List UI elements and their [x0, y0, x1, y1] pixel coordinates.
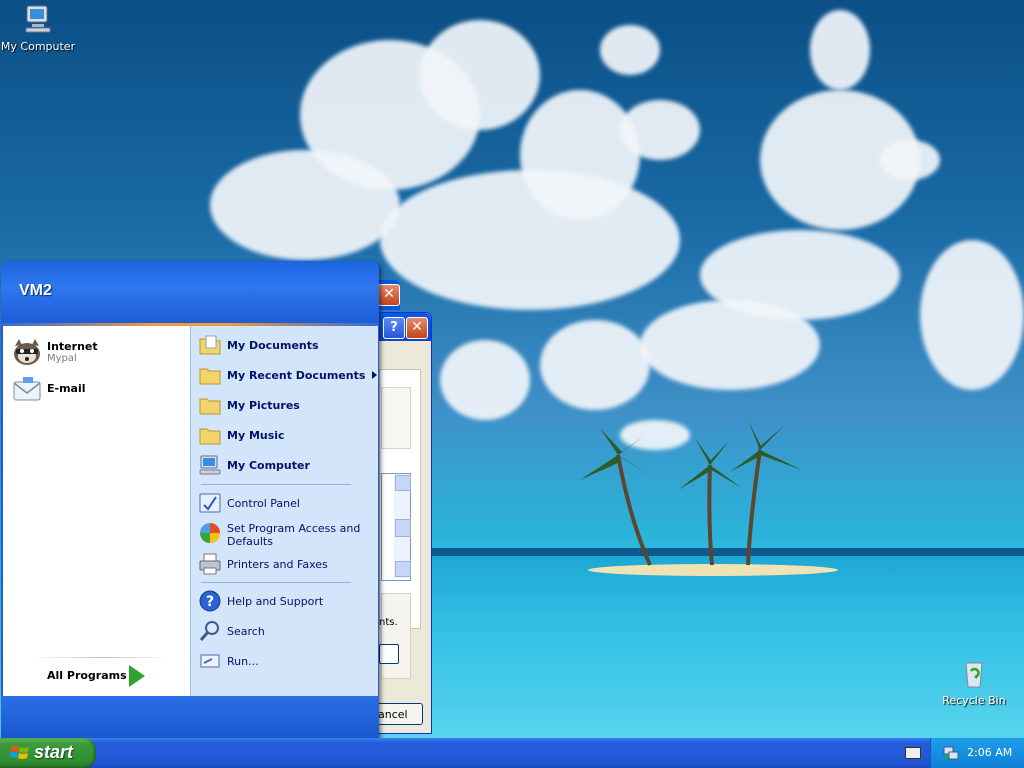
computer-icon [25, 5, 51, 33]
pinned-item-subtitle: Mypal [47, 353, 77, 364]
pinned-item-internet[interactable]: Internet Mypal [11, 336, 186, 370]
control-panel-icon [199, 493, 221, 513]
help-icon: ? [199, 590, 221, 612]
tool-label: Run... [227, 655, 259, 668]
place-label: My Computer [227, 459, 310, 472]
place-label: My Pictures [227, 399, 300, 412]
tool-help-and-support[interactable]: ? Help and Support [198, 589, 374, 613]
palm-trees [580, 420, 802, 566]
help-icon[interactable]: ? [383, 317, 405, 339]
cloud [920, 240, 1024, 390]
setting-control-panel[interactable]: Control Panel [198, 491, 374, 515]
desktop-icon-label: My Computer [0, 40, 76, 53]
setting-label: Printers and Faxes [227, 558, 328, 571]
scroll-up-button[interactable] [395, 475, 411, 491]
green-arrow-icon [129, 665, 145, 687]
cloud [810, 10, 870, 90]
background-window-text: nts. [379, 617, 398, 628]
desktop-icon-my-computer[interactable]: My Computer [0, 3, 76, 53]
system-tray: 2:06 AM [930, 738, 1024, 768]
taskbar: start 2:06 AM [0, 738, 1024, 768]
scroll-down-button[interactable] [395, 561, 411, 577]
close-icon[interactable]: ✕ [378, 284, 400, 306]
all-programs-button[interactable]: All Programs [33, 663, 183, 687]
tool-label: Help and Support [227, 595, 324, 608]
music-folder-icon [199, 428, 221, 445]
place-label: My Recent Documents [227, 369, 366, 382]
cloud [600, 25, 660, 75]
cloud [640, 300, 820, 390]
pinned-item-title: Internet [47, 340, 98, 353]
start-menu-left-pane: Internet Mypal E-mail All Programs [3, 326, 190, 696]
clock[interactable]: 2:06 AM [967, 746, 1012, 759]
scroll-thumb[interactable] [395, 519, 411, 537]
pinned-item-title: E-mail [47, 382, 86, 395]
start-menu-header: VM2 [1, 261, 379, 325]
place-my-recent-documents[interactable]: My Recent Documents [198, 363, 377, 387]
place-label: My Documents [227, 339, 319, 352]
all-programs-divider [33, 657, 173, 658]
setting-label: Control Panel [227, 497, 300, 510]
submenu-arrow-icon [372, 371, 377, 379]
close-icon[interactable]: ✕ [406, 317, 428, 339]
cloud [540, 320, 650, 410]
user-name: VM2 [19, 282, 52, 299]
place-label: My Music [227, 429, 285, 442]
start-label: start [34, 742, 74, 762]
tool-label: Search [227, 625, 265, 638]
scrollbar[interactable] [394, 474, 411, 578]
program-access-icon [200, 523, 220, 543]
pictures-folder-icon [199, 398, 221, 415]
start-menu: VM2 Internet Mypal E-mail All Programs M… [1, 261, 379, 738]
sea [430, 556, 1024, 738]
desktop-icon-label: Recycle Bin [942, 694, 1006, 707]
place-my-pictures[interactable]: My Pictures [198, 393, 374, 417]
desktop-icon-recycle-bin[interactable]: Recycle Bin [936, 657, 1012, 707]
raccoon-browser-icon [14, 339, 40, 365]
email-icon [13, 377, 41, 401]
cloud [440, 340, 530, 420]
menu-divider [201, 582, 351, 583]
background-listbox[interactable] [381, 473, 411, 581]
recycle-bin-icon [965, 662, 983, 688]
all-programs-label: All Programs [47, 669, 127, 682]
place-my-computer[interactable]: My Computer [198, 453, 374, 477]
computer-icon [199, 455, 221, 475]
cloud [620, 100, 700, 160]
background-window-button[interactable] [379, 644, 399, 664]
tool-search[interactable]: Search [198, 619, 374, 643]
cloud [520, 90, 640, 220]
start-menu-footer [1, 696, 379, 738]
documents-folder-icon [199, 335, 221, 355]
search-icon [199, 621, 219, 641]
pinned-item-email[interactable]: E-mail [11, 373, 186, 407]
folder-icon [199, 368, 221, 385]
background-window-box [381, 387, 411, 449]
setting-program-access[interactable]: Set Program Access and Defaults [198, 521, 374, 549]
run-icon [200, 654, 220, 668]
cancel-button-label: ancel [378, 708, 408, 721]
printer-icon [199, 553, 221, 575]
setting-printers-and-faxes[interactable]: Printers and Faxes [198, 552, 374, 576]
menu-divider [201, 484, 351, 485]
start-button[interactable]: start [0, 738, 96, 768]
network-icon[interactable] [943, 745, 959, 761]
place-my-music[interactable]: My Music [198, 423, 374, 447]
keyboard-icon[interactable] [905, 747, 921, 759]
start-menu-right-pane: My Documents My Recent Documents My Pict… [190, 326, 378, 696]
svg-text:?: ? [206, 594, 214, 610]
cloud [420, 20, 540, 130]
setting-label: Set Program Access and Defaults [227, 522, 361, 548]
background-window-box [381, 593, 411, 679]
windows-logo-icon [10, 746, 29, 759]
tool-run[interactable]: Run... [198, 649, 374, 673]
place-my-documents[interactable]: My Documents [198, 333, 374, 357]
cloud [880, 140, 940, 180]
